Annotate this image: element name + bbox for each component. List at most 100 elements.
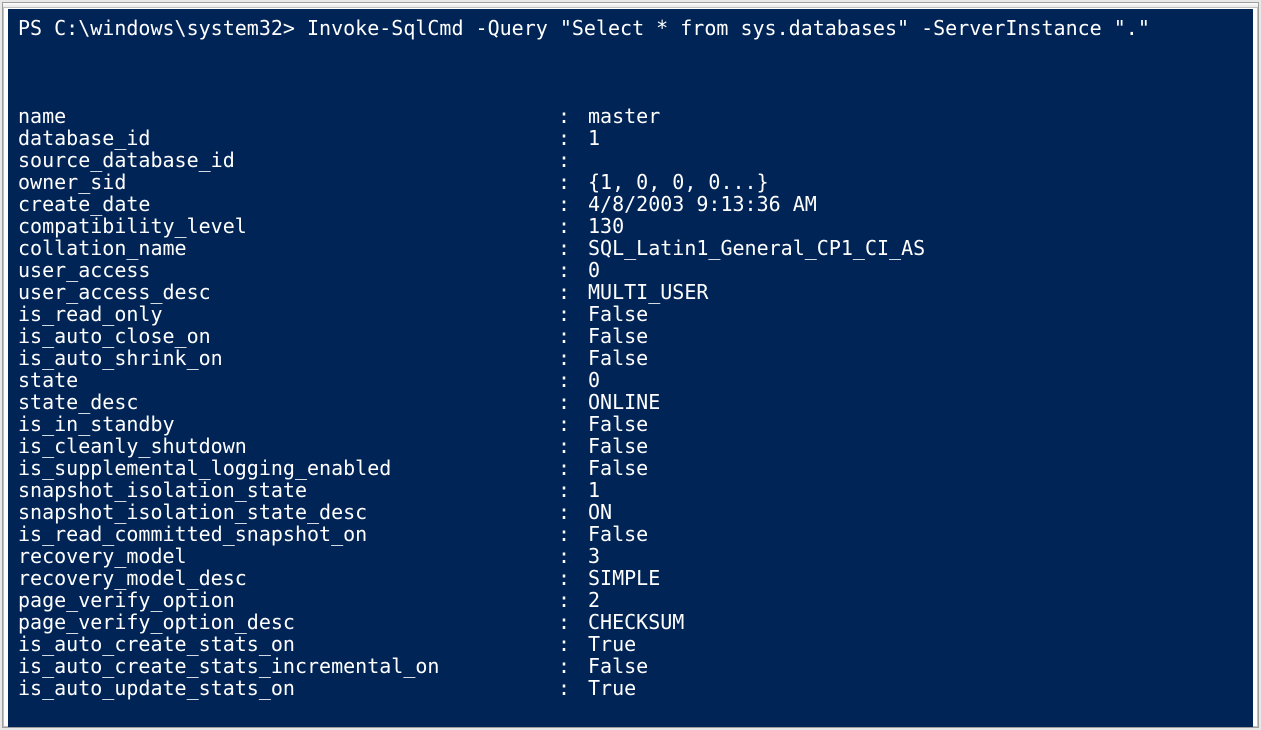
output-separator: :: [558, 567, 588, 589]
output-row: recovery_model: 3: [18, 545, 1243, 567]
output-key: collation_name: [18, 237, 558, 259]
output-value: True: [588, 677, 1243, 699]
output-row: state: 0: [18, 369, 1243, 391]
output-row: is_auto_create_stats_incremental_on: Fal…: [18, 655, 1243, 677]
output-value: CHECKSUM: [588, 611, 1243, 633]
output-row: user_access: 0: [18, 259, 1243, 281]
output-row: collation_name: SQL_Latin1_General_CP1_C…: [18, 237, 1243, 259]
output-value: MULTI_USER: [588, 281, 1243, 303]
output-separator: :: [558, 633, 588, 655]
output-separator: :: [558, 281, 588, 303]
output-key: user_access: [18, 259, 558, 281]
output-row: is_auto_update_stats_on: True: [18, 677, 1243, 699]
output-separator: :: [558, 545, 588, 567]
output-value: False: [588, 523, 1243, 545]
output-separator: :: [558, 457, 588, 479]
output-key: recovery_model: [18, 545, 558, 567]
output-value: SIMPLE: [588, 567, 1243, 589]
output-key: is_in_standby: [18, 413, 558, 435]
output-key: name: [18, 105, 558, 127]
output-separator: :: [558, 391, 588, 413]
output-separator: :: [558, 347, 588, 369]
output-value: False: [588, 435, 1243, 457]
output-key: page_verify_option: [18, 589, 558, 611]
output-row: recovery_model_desc: SIMPLE: [18, 567, 1243, 589]
output-row: is_supplemental_logging_enabled: False: [18, 457, 1243, 479]
output-separator: :: [558, 259, 588, 281]
output-separator: :: [558, 303, 588, 325]
output-key: is_cleanly_shutdown: [18, 435, 558, 457]
output-row: is_read_committed_snapshot_on: False: [18, 523, 1243, 545]
output-value: [588, 149, 1243, 171]
output-key: compatibility_level: [18, 215, 558, 237]
output-row: snapshot_isolation_state: 1: [18, 479, 1243, 501]
output-row: is_auto_create_stats_on: True: [18, 633, 1243, 655]
output-value: 4/8/2003 9:13:36 AM: [588, 193, 1243, 215]
output-separator: :: [558, 435, 588, 457]
output-value: 2: [588, 589, 1243, 611]
blank-line: [18, 39, 1243, 61]
output-row: is_read_only: False: [18, 303, 1243, 325]
output-key: is_supplemental_logging_enabled: [18, 457, 558, 479]
output-separator: :: [558, 105, 588, 127]
output-separator: :: [558, 589, 588, 611]
output-separator: :: [558, 325, 588, 347]
output-row: user_access_desc: MULTI_USER: [18, 281, 1243, 303]
output-key: is_auto_create_stats_incremental_on: [18, 655, 558, 677]
output-value: ON: [588, 501, 1243, 523]
output-separator: :: [558, 523, 588, 545]
output-key: snapshot_isolation_state: [18, 479, 558, 501]
output-row: name: master: [18, 105, 1243, 127]
terminal-viewport[interactable]: PS C:\windows\system32> Invoke-SqlCmd -Q…: [8, 9, 1253, 727]
output-separator: :: [558, 215, 588, 237]
output-key: is_auto_update_stats_on: [18, 677, 558, 699]
output-value: False: [588, 413, 1243, 435]
output-rows: name: masterdatabase_id: 1source_databas…: [18, 105, 1243, 699]
output-key: state: [18, 369, 558, 391]
output-value: 3: [588, 545, 1243, 567]
output-value: ONLINE: [588, 391, 1243, 413]
output-row: compatibility_level: 130: [18, 215, 1243, 237]
output-row: is_cleanly_shutdown: False: [18, 435, 1243, 457]
output-row: page_verify_option_desc: CHECKSUM: [18, 611, 1243, 633]
output-value: False: [588, 347, 1243, 369]
blank-line: [18, 61, 1243, 83]
output-key: is_read_committed_snapshot_on: [18, 523, 558, 545]
output-key: is_auto_shrink_on: [18, 347, 558, 369]
output-key: is_auto_create_stats_on: [18, 633, 558, 655]
output-separator: :: [558, 127, 588, 149]
prompt-prefix: PS C:\windows\system32>: [18, 17, 307, 39]
output-value: {1, 0, 0, 0...}: [588, 171, 1243, 193]
output-key: is_read_only: [18, 303, 558, 325]
output-key: owner_sid: [18, 171, 558, 193]
prompt-line: PS C:\windows\system32> Invoke-SqlCmd -Q…: [18, 17, 1243, 39]
output-separator: :: [558, 149, 588, 171]
output-value: True: [588, 633, 1243, 655]
output-row: owner_sid: {1, 0, 0, 0...}: [18, 171, 1243, 193]
output-value: SQL_Latin1_General_CP1_CI_AS: [588, 237, 1243, 259]
output-value: 1: [588, 479, 1243, 501]
output-value: False: [588, 303, 1243, 325]
output-value: 0: [588, 259, 1243, 281]
output-key: page_verify_option_desc: [18, 611, 558, 633]
output-row: state_desc: ONLINE: [18, 391, 1243, 413]
output-row: database_id: 1: [18, 127, 1243, 149]
output-key: source_database_id: [18, 149, 558, 171]
output-separator: :: [558, 369, 588, 391]
output-key: is_auto_close_on: [18, 325, 558, 347]
output-key: snapshot_isolation_state_desc: [18, 501, 558, 523]
output-value: False: [588, 655, 1243, 677]
output-separator: :: [558, 501, 588, 523]
output-key: database_id: [18, 127, 558, 149]
output-separator: :: [558, 171, 588, 193]
command-text: Invoke-SqlCmd -Query "Select * from sys.…: [307, 17, 1150, 39]
output-value: 130: [588, 215, 1243, 237]
output-separator: :: [558, 413, 588, 435]
output-row: create_date: 4/8/2003 9:13:36 AM: [18, 193, 1243, 215]
output-separator: :: [558, 193, 588, 215]
output-key: create_date: [18, 193, 558, 215]
output-separator: :: [558, 479, 588, 501]
powershell-window[interactable]: PS C:\windows\system32> Invoke-SqlCmd -Q…: [2, 2, 1259, 728]
output-row: is_auto_shrink_on: False: [18, 347, 1243, 369]
output-value: 0: [588, 369, 1243, 391]
